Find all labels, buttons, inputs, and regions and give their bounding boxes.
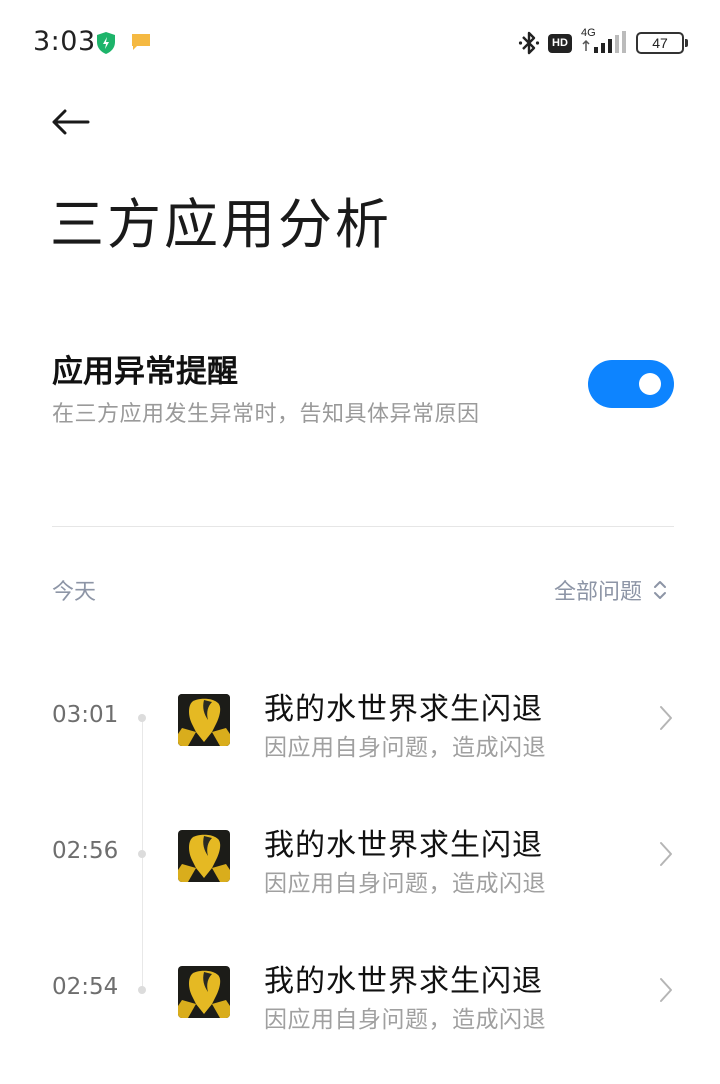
- message-notification-icon: [132, 34, 150, 50]
- abnormal-alert-toggle[interactable]: [588, 360, 674, 408]
- event-time: 02:54: [52, 974, 119, 1000]
- security-shield-icon: [97, 32, 115, 54]
- crash-event-item[interactable]: 02:54 我的水世界求生闪退 因应用自身问题，造成闪退: [52, 944, 674, 1040]
- chevron-right-icon: [660, 978, 672, 1002]
- event-title: 我的水世界求生闪退: [264, 828, 543, 863]
- arrow-left-icon: [52, 109, 90, 135]
- setting-title: 应用异常提醒: [52, 354, 238, 390]
- crash-event-item[interactable]: 03:01 我的水世界求生闪退 因应用自身问题，造成闪退: [52, 672, 674, 768]
- crash-event-item[interactable]: 02:56 我的水世界求生闪退 因应用自身问题，造成闪退: [52, 808, 674, 904]
- page-title: 三方应用分析: [50, 193, 392, 256]
- status-indicators: HD 4G 47: [518, 27, 688, 58]
- hd-voice-badge: HD: [548, 33, 572, 53]
- event-time: 02:56: [52, 838, 119, 864]
- timeline-dot: [138, 850, 146, 858]
- chevron-right-icon: [660, 842, 672, 866]
- issue-filter-dropdown[interactable]: 全部问题: [554, 574, 668, 606]
- abnormal-alert-setting[interactable]: 应用异常提醒 在三方应用发生异常时，告知具体异常原因: [52, 340, 674, 430]
- app-icon: [178, 694, 230, 746]
- app-icon: [178, 830, 230, 882]
- battery-indicator: 47: [636, 32, 688, 54]
- timeline-dot: [138, 714, 146, 722]
- event-subtitle: 因应用自身问题，造成闪退: [264, 871, 546, 897]
- cellular-signal: 4G: [580, 27, 628, 57]
- back-button[interactable]: [46, 100, 94, 144]
- setting-description: 在三方应用发生异常时，告知具体异常原因: [52, 402, 480, 427]
- event-subtitle: 因应用自身问题，造成闪退: [264, 735, 546, 761]
- date-group-label: 今天: [52, 580, 97, 605]
- toggle-knob: [639, 373, 661, 395]
- chevron-right-icon: [660, 706, 672, 730]
- section-divider: [52, 526, 674, 527]
- bluetooth-icon: [518, 31, 540, 55]
- filter-row: 今天 全部问题: [52, 572, 674, 608]
- app-icon: [178, 966, 230, 1018]
- event-title: 我的水世界求生闪退: [264, 692, 543, 727]
- event-title: 我的水世界求生闪退: [264, 964, 543, 999]
- filter-label: 全部问题: [553, 580, 642, 605]
- status-time: 3:03: [33, 26, 96, 57]
- signal-bars-icon: [582, 31, 626, 53]
- timeline-dot: [138, 986, 146, 994]
- event-time: 03:01: [52, 702, 119, 728]
- chevron-updown-icon: [654, 581, 666, 599]
- status-bar: 3:03 HD 4G 47: [0, 0, 720, 86]
- event-subtitle: 因应用自身问题，造成闪退: [264, 1007, 546, 1033]
